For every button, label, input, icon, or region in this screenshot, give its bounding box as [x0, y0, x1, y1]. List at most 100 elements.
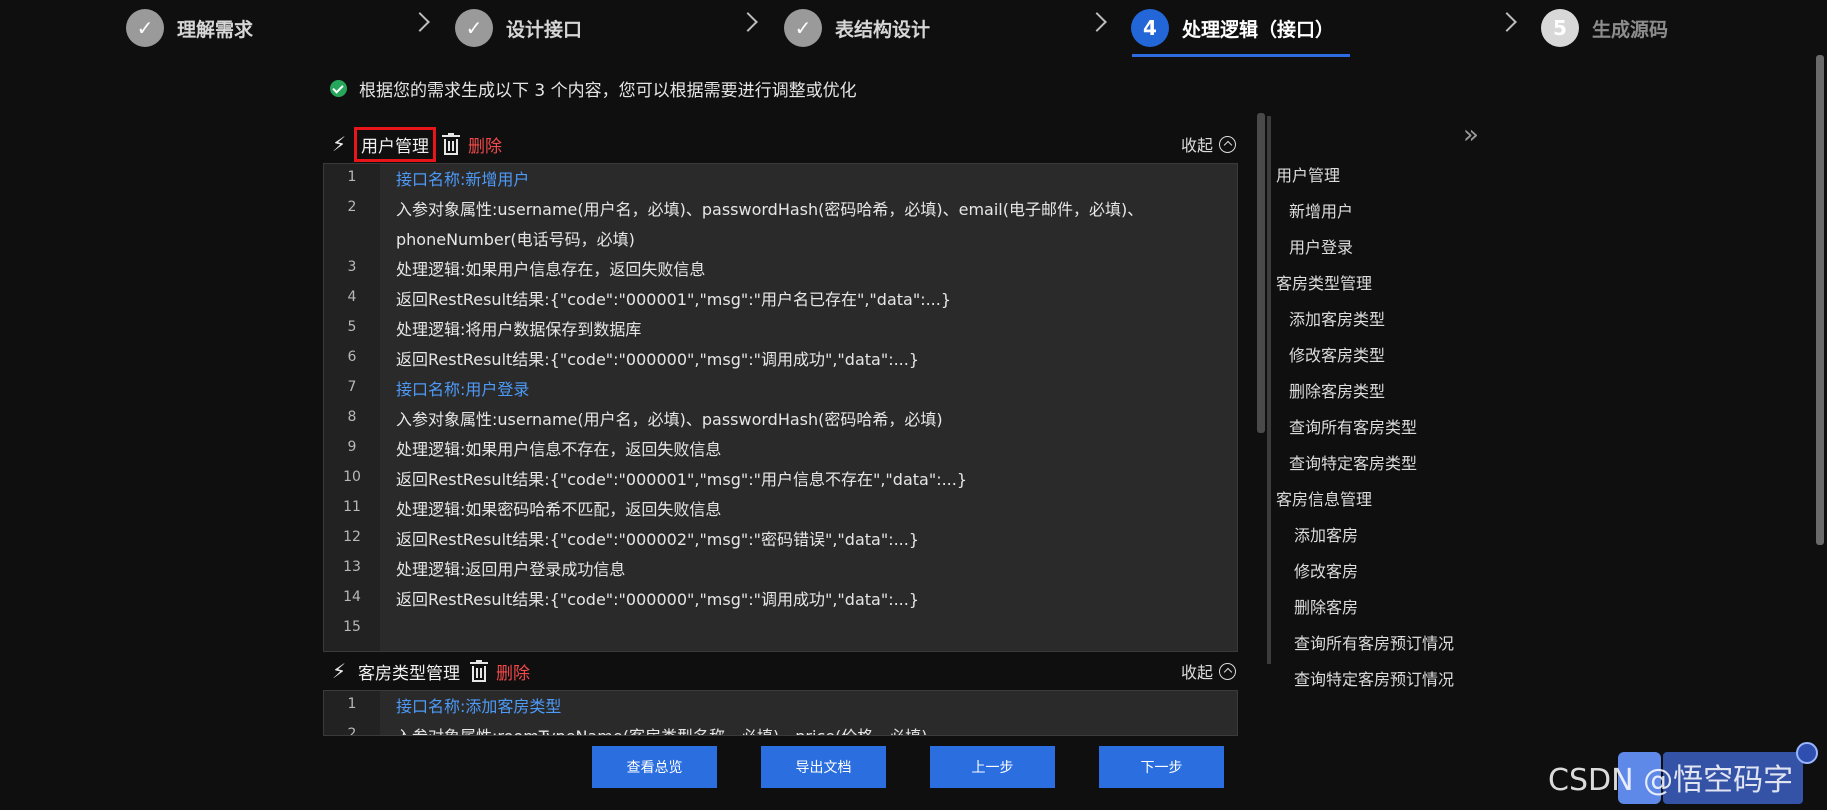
line-text[interactable]: phoneNumber(电话号码，必填)	[380, 225, 665, 255]
code-line: 6 返回RestResult结果:{"code":"000000","msg":"…	[324, 345, 1237, 375]
assistant-dot-icon[interactable]	[1796, 742, 1818, 764]
step-3[interactable]: ✓ 表结构设计	[784, 8, 930, 48]
line-text[interactable]: 处理逻辑:将用户数据保存到数据库	[380, 315, 671, 345]
line-text[interactable]: 入参对象属性:roomTypeName(客房类型名称，必填)、price(价格，…	[380, 722, 958, 735]
plug-icon[interactable]: ⚡	[328, 660, 350, 682]
chevron-right-icon	[1087, 12, 1107, 32]
double-chevron-right-icon[interactable]: »	[1463, 120, 1479, 150]
line-number: 3	[347, 259, 357, 275]
line-number: 9	[347, 439, 357, 455]
outline-item[interactable]: 删除客房类型	[1276, 379, 1454, 415]
step-label: 设计接口	[506, 18, 583, 41]
code-line: 5 处理逻辑:将用户数据保存到数据库	[324, 315, 1237, 345]
delete-button[interactable]: 删除	[468, 132, 502, 157]
delete-button[interactable]: 删除	[496, 659, 530, 684]
line-number: 2	[347, 726, 357, 736]
code-line: 10 返回RestResult结果:{"code":"000001","msg":…	[324, 465, 1237, 495]
code-line: 13 处理逻辑:返回用户登录成功信息	[324, 555, 1237, 585]
step-label: 处理逻辑（接口）	[1182, 18, 1335, 41]
steps-bar: ✓ 理解需求 ✓ 设计接口 ✓ 表结构设计 4 处理逻辑（接口） 5 生成源码	[0, 0, 1827, 60]
line-text[interactable]: 接口名称:用户登录	[380, 375, 559, 405]
outline-item[interactable]: 新增用户	[1276, 199, 1454, 235]
section-header-user: ⚡ 用户管理 删除 收起	[328, 126, 1236, 162]
code-line: 2 入参对象属性:roomTypeName(客房类型名称，必填)、price(价格…	[324, 722, 1237, 736]
export-button[interactable]: 导出文档	[761, 746, 886, 788]
outline-group[interactable]: 客房信息管理	[1276, 487, 1454, 523]
overview-button[interactable]: 查看总览	[592, 746, 717, 788]
collapse-label: 收起	[1180, 136, 1213, 155]
outline-item[interactable]: 删除客房	[1276, 595, 1454, 631]
line-text[interactable]: 处理逻辑:返回用户登录成功信息	[380, 555, 655, 585]
code-line: 11 处理逻辑:如果密码哈希不匹配，返回失败信息	[324, 495, 1237, 525]
line-text[interactable]: 返回RestResult结果:{"code":"000000","msg":"调…	[380, 345, 949, 375]
line-text[interactable]: 入参对象属性:username(用户名，必填)、passwordHash(密码哈…	[380, 195, 1173, 225]
outline-item[interactable]: 修改客房类型	[1276, 343, 1454, 379]
check-icon: ✓	[126, 9, 164, 47]
trash-icon[interactable]	[442, 133, 460, 155]
outline-item[interactable]: 添加客房类型	[1276, 307, 1454, 343]
step-5[interactable]: 5 生成源码	[1541, 8, 1668, 48]
line-text[interactable]: 处理逻辑:如果用户信息不存在，返回失败信息	[380, 435, 751, 465]
prev-button[interactable]: 上一步	[930, 746, 1055, 788]
outline-item[interactable]: 用户登录	[1276, 235, 1454, 271]
step-2[interactable]: ✓ 设计接口	[455, 8, 582, 48]
next-button[interactable]: 下一步	[1099, 746, 1224, 788]
outline-item[interactable]: 查询特定客房预订情况	[1276, 667, 1454, 703]
code-line: 2 入参对象属性:username(用户名，必填)、passwordHash(密码…	[324, 195, 1237, 225]
line-number: 1	[347, 696, 357, 712]
page-scrollbar[interactable]	[1816, 55, 1824, 545]
code-editor-user[interactable]: 1 接口名称:新增用户 2 入参对象属性:username(用户名，必填)、passw…	[323, 163, 1238, 652]
line-number: 14	[343, 589, 361, 605]
line-text[interactable]: 返回RestResult结果:{"code":"000001","msg":"用…	[380, 285, 981, 315]
step-1[interactable]: ✓ 理解需求	[126, 8, 253, 48]
line-number: 5	[347, 319, 357, 335]
code-line: phoneNumber(电话号码，必填)	[324, 225, 1237, 255]
outline-item[interactable]: 查询所有客房预订情况	[1276, 631, 1454, 667]
line-text[interactable]: 返回RestResult结果:{"code":"000002","msg":"密…	[380, 525, 949, 555]
section-title[interactable]: 客房类型管理	[354, 657, 464, 686]
line-number: 11	[343, 499, 361, 515]
line-text[interactable]: 处理逻辑:如果密码哈希不匹配，返回失败信息	[380, 495, 751, 525]
outline-item[interactable]: 查询所有客房类型	[1276, 415, 1454, 451]
active-step-underline	[1132, 54, 1350, 57]
outline-group[interactable]: 客房类型管理	[1276, 271, 1454, 307]
check-circle-icon	[330, 80, 347, 97]
step-number: 4	[1131, 9, 1169, 47]
code-line: 8 入参对象属性:username(用户名，必填)、passwordHash(密码…	[324, 405, 1237, 435]
line-number: 2	[347, 199, 357, 215]
main-scrollbar[interactable]	[1257, 113, 1265, 433]
code-line: 3 处理逻辑:如果用户信息存在，返回失败信息	[324, 255, 1237, 285]
outline-group[interactable]: 用户管理	[1276, 163, 1454, 199]
step-label: 理解需求	[177, 18, 254, 41]
check-icon: ✓	[784, 9, 822, 47]
code-editor-roomtype[interactable]: 1 接口名称:添加客房类型 2 入参对象属性:roomTypeName(客房类型名称，…	[323, 690, 1238, 736]
line-number: 13	[343, 559, 361, 575]
section-title[interactable]: 用户管理	[354, 126, 436, 162]
line-text[interactable]: 接口名称:新增用户	[380, 165, 559, 195]
line-text[interactable]: 返回RestResult结果:{"code":"000000","msg":"调…	[380, 585, 949, 615]
collapse-button[interactable]: 收起	[1181, 132, 1236, 156]
line-text[interactable]: 入参对象属性:username(用户名，必填)、passwordHash(密码哈…	[380, 405, 973, 435]
trash-icon[interactable]	[470, 660, 488, 682]
code-line: 1 接口名称:新增用户	[324, 165, 1237, 195]
collapse-label: 收起	[1180, 663, 1213, 682]
line-text[interactable]: 处理逻辑:如果用户信息存在，返回失败信息	[380, 255, 735, 285]
step-number: 5	[1541, 9, 1579, 47]
line-text[interactable]: 接口名称:添加客房类型	[380, 692, 591, 722]
code-line: 7 接口名称:用户登录	[324, 375, 1237, 405]
collapse-button[interactable]: 收起	[1181, 659, 1236, 683]
line-number: 7	[347, 379, 357, 395]
outline-item[interactable]: 添加客房	[1276, 523, 1454, 559]
chevron-right-icon	[1497, 12, 1517, 32]
line-text[interactable]: 返回RestResult结果:{"code":"000001","msg":"用…	[380, 465, 997, 495]
outline-item[interactable]: 查询特定客房类型	[1276, 451, 1454, 487]
line-text[interactable]	[380, 615, 426, 635]
step-4[interactable]: 4 处理逻辑（接口）	[1131, 8, 1334, 48]
line-number: 10	[343, 469, 361, 485]
outline-item[interactable]: 修改客房	[1276, 559, 1454, 595]
code-line: 9 处理逻辑:如果用户信息不存在，返回失败信息	[324, 435, 1237, 465]
line-number	[324, 225, 380, 255]
line-number: 1	[347, 169, 357, 185]
plug-icon[interactable]: ⚡	[328, 133, 350, 155]
info-text: 根据您的需求生成以下 3 个内容，您可以根据需要进行调整或优化	[359, 81, 857, 101]
